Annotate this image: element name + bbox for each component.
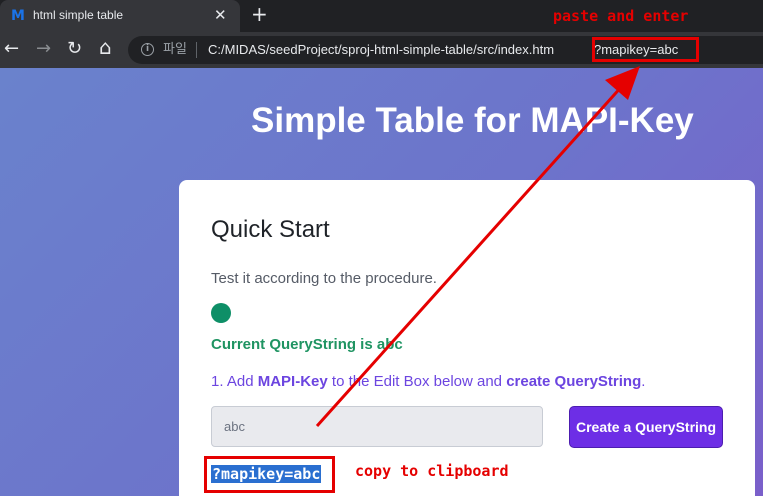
arrow-shaft [315, 83, 625, 428]
arrow-head [605, 66, 640, 100]
red-arrow-annotation [315, 66, 640, 428]
